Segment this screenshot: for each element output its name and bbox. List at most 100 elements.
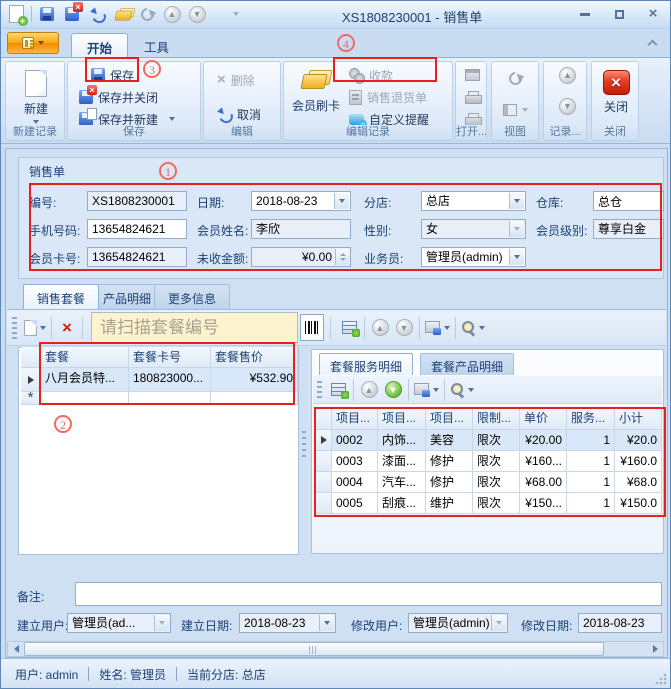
move-down-button[interactable]: ▼: [392, 315, 416, 341]
package-price-cell[interactable]: ¥532.90: [211, 368, 298, 392]
ribbon-tab-tools[interactable]: 工具: [129, 33, 184, 57]
save-close-icon[interactable]: [62, 4, 82, 24]
member-level-field[interactable]: 尊享白金: [593, 219, 664, 239]
cell[interactable]: ¥150...: [520, 493, 567, 514]
cell[interactable]: 1: [567, 451, 615, 472]
warehouse-field[interactable]: [593, 191, 664, 211]
layout-button[interactable]: [500, 100, 531, 120]
cell[interactable]: 美容: [426, 430, 473, 451]
new-dropdown-icon[interactable]: [33, 120, 39, 124]
cell[interactable]: 0005: [332, 493, 378, 514]
qat-customize-icon[interactable]: [226, 4, 246, 24]
open-folder-icon[interactable]: [112, 4, 132, 24]
column-header[interactable]: 单价: [520, 408, 567, 430]
phone-field[interactable]: [87, 219, 187, 239]
column-header[interactable]: 项目...: [426, 408, 473, 430]
cell[interactable]: 内饰...: [378, 430, 426, 451]
next-record-icon[interactable]: ▼: [187, 4, 207, 24]
close-button[interactable]: × 关闭: [589, 65, 643, 125]
tab-package-service-detail[interactable]: 套餐服务明细: [319, 353, 413, 375]
cell[interactable]: ¥68.00: [520, 472, 567, 493]
move-up-button[interactable]: ▲: [368, 315, 392, 341]
cell[interactable]: 修护: [426, 472, 473, 493]
column-header[interactable]: 限制...: [473, 408, 520, 430]
column-header[interactable]: 套餐: [41, 347, 129, 368]
empty-cell[interactable]: [41, 392, 129, 405]
next-record-button[interactable]: ▼: [556, 96, 579, 116]
cell[interactable]: ¥20.00: [520, 430, 567, 451]
cell[interactable]: 漆面...: [378, 451, 426, 472]
save-and-close-button[interactable]: 保存并关闭: [76, 87, 161, 107]
print-dropdown-icon[interactable]: [433, 388, 439, 392]
new-row-button[interactable]: [22, 315, 48, 341]
member-name-field[interactable]: 李欣: [251, 219, 351, 239]
barcode-button[interactable]: [300, 314, 324, 341]
show-grid-button[interactable]: [337, 315, 361, 341]
cell[interactable]: 0002: [332, 430, 378, 451]
cell[interactable]: 维护: [426, 493, 473, 514]
tab-package-product-detail[interactable]: 套餐产品明细: [420, 353, 514, 375]
empty-cell[interactable]: [129, 392, 211, 405]
application-menu-button[interactable]: [7, 32, 59, 54]
cell[interactable]: ¥160.0: [615, 451, 662, 472]
cell[interactable]: ¥20.0: [615, 430, 662, 451]
undo-icon[interactable]: [87, 4, 107, 24]
save-new-dropdown-icon[interactable]: [169, 117, 175, 121]
cell[interactable]: 刮痕...: [378, 493, 426, 514]
search-button[interactable]: [459, 315, 487, 341]
remark-input[interactable]: [75, 582, 662, 606]
package-card-cell[interactable]: 180823000...: [129, 368, 211, 392]
print-preview-button[interactable]: [462, 87, 483, 107]
scrollbar-thumb[interactable]: [24, 642, 604, 656]
modify-user-combo[interactable]: 管理员(admin): [408, 613, 508, 633]
tab-sales-package[interactable]: 销售套餐: [23, 284, 99, 309]
refresh-view-button[interactable]: [506, 68, 525, 88]
cancel-button[interactable]: 取消: [214, 104, 264, 124]
member-swipe-button[interactable]: 会员刷卡: [288, 65, 344, 125]
open-report-button[interactable]: [462, 65, 483, 85]
save-icon[interactable]: [37, 4, 57, 24]
column-header[interactable]: 服务...: [567, 408, 615, 430]
new-row-dropdown-icon[interactable]: [40, 326, 46, 330]
empty-cell[interactable]: [211, 392, 298, 405]
cell[interactable]: 1: [567, 430, 615, 451]
move-down-button[interactable]: ▼: [381, 377, 405, 403]
date-combo[interactable]: 2018-08-23: [251, 191, 351, 211]
show-grid-button[interactable]: [326, 377, 350, 403]
search-button[interactable]: [448, 377, 476, 403]
scroll-right-button[interactable]: [647, 642, 663, 656]
package-cell[interactable]: 八月会员特...: [41, 368, 129, 392]
panel-splitter[interactable]: [302, 431, 306, 457]
new-record-icon[interactable]: [6, 4, 26, 24]
cell[interactable]: 限次: [473, 430, 520, 451]
column-header[interactable]: 项目...: [378, 408, 426, 430]
cell[interactable]: 限次: [473, 451, 520, 472]
toolbar-grip[interactable]: [317, 381, 322, 399]
create-date-combo[interactable]: 2018-08-23: [239, 613, 336, 633]
close-window-button[interactable]: ×: [644, 6, 662, 22]
cell[interactable]: 0003: [332, 451, 378, 472]
column-header[interactable]: 小计: [615, 408, 662, 430]
print-export-button[interactable]: [423, 315, 452, 341]
previous-record-button[interactable]: ▲: [556, 65, 579, 85]
delete-row-button[interactable]: ×: [55, 315, 79, 341]
cell[interactable]: 1: [567, 493, 615, 514]
date-dropdown-icon[interactable]: [334, 193, 349, 209]
move-up-button[interactable]: ▲: [357, 377, 381, 403]
search-dropdown-icon[interactable]: [468, 388, 474, 392]
new-button[interactable]: 新建: [9, 65, 63, 125]
cell[interactable]: ¥150.0: [615, 493, 662, 514]
salesman-dropdown-icon[interactable]: [509, 249, 524, 265]
refresh-icon[interactable]: [137, 4, 157, 24]
column-header[interactable]: 项目...: [332, 408, 378, 430]
column-header[interactable]: 套餐卡号: [129, 347, 211, 368]
minimize-button[interactable]: [576, 6, 594, 22]
save-button[interactable]: 保存: [88, 65, 137, 85]
tab-more-info[interactable]: 更多信息: [154, 284, 230, 309]
create-user-combo[interactable]: 管理员(ad...: [67, 613, 171, 633]
cell[interactable]: 限次: [473, 472, 520, 493]
cell[interactable]: 汽车...: [378, 472, 426, 493]
ribbon-tab-start[interactable]: 开始: [71, 33, 128, 57]
branch-dropdown-icon[interactable]: [509, 193, 524, 209]
prev-record-icon[interactable]: ▲: [162, 4, 182, 24]
